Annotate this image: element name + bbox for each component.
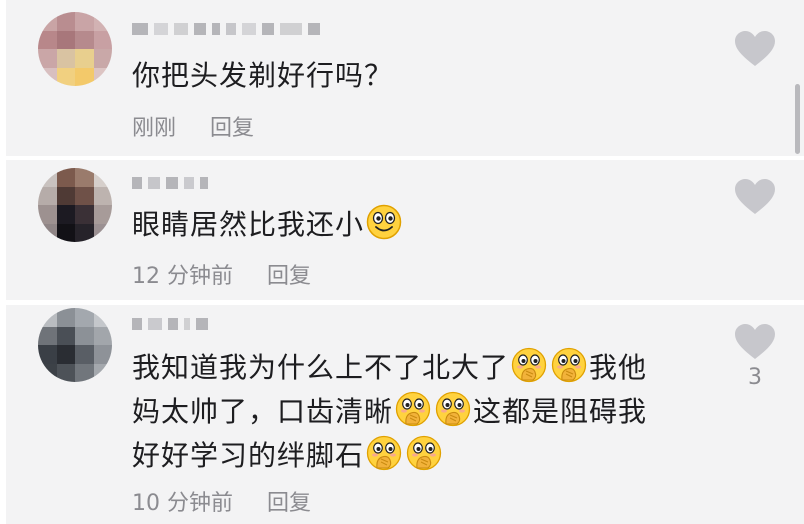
- comment-text-line: 我知道我为什么上不了北大了: [132, 351, 510, 384]
- covering-mouth-emoji: [435, 391, 471, 427]
- comment-text-line: 妈太帅了，口齿清晰: [132, 395, 394, 428]
- comment-text: 我知道我为什么上不了北大了 我他: [132, 347, 647, 388]
- heart-icon[interactable]: [734, 178, 776, 216]
- comment-time: 10 分钟前: [132, 491, 233, 516]
- reply-button[interactable]: 回复: [267, 258, 311, 290]
- comment-meta: 刚刚 回复: [132, 110, 254, 142]
- covering-mouth-emoji: [395, 391, 431, 427]
- comment-text-line: 这都是阻碍我: [473, 395, 648, 428]
- comment-text: 眼睛居然比我还小: [132, 204, 404, 245]
- comment-text: 好好学习的绊脚石: [132, 435, 444, 476]
- avatar[interactable]: [38, 308, 112, 382]
- comment-time: 12 分钟前: [132, 264, 233, 289]
- smiling-face-emoji: [366, 204, 402, 240]
- comment-item[interactable]: 眼睛居然比我还小 12 分钟前 回复: [6, 160, 804, 300]
- heart-icon[interactable]: [734, 323, 776, 361]
- avatar[interactable]: [38, 168, 112, 242]
- comment-text: 你把头发剃好行吗？: [132, 56, 393, 96]
- reply-button[interactable]: 回复: [267, 485, 311, 517]
- heart-icon[interactable]: [734, 30, 776, 68]
- covering-mouth-emoji: [511, 347, 547, 383]
- comment-text-line: 好好学习的绊脚石: [132, 439, 365, 472]
- username-redacted[interactable]: [132, 22, 320, 36]
- username-redacted[interactable]: [132, 176, 208, 190]
- scrollbar[interactable]: [795, 84, 800, 154]
- comment-text-line: 我他: [589, 351, 648, 384]
- comment-text-line: 眼睛居然比我还小: [132, 208, 365, 241]
- comment-time: 刚刚: [132, 116, 177, 141]
- avatar[interactable]: [38, 12, 112, 86]
- covering-mouth-emoji: [551, 347, 587, 383]
- comment-item[interactable]: 我知道我为什么上不了北大了 我他 妈太帅了，口齿清晰 这都是阻碍我 好好学习的绊脚石…: [6, 305, 804, 524]
- comment-text: 妈太帅了，口齿清晰 这都是阻碍我: [132, 391, 647, 432]
- comment-text-line: 你把头发剃好行吗？: [132, 59, 394, 92]
- reply-button[interactable]: 回复: [210, 110, 254, 142]
- username-redacted[interactable]: [132, 317, 208, 331]
- comment-meta: 10 分钟前 回复: [132, 485, 311, 517]
- like-count: 3: [748, 365, 762, 390]
- covering-mouth-emoji: [406, 435, 442, 471]
- covering-mouth-emoji: [366, 435, 402, 471]
- comment-meta: 12 分钟前 回复: [132, 258, 311, 290]
- comment-item[interactable]: 你把头发剃好行吗？ 刚刚 回复: [6, 0, 804, 156]
